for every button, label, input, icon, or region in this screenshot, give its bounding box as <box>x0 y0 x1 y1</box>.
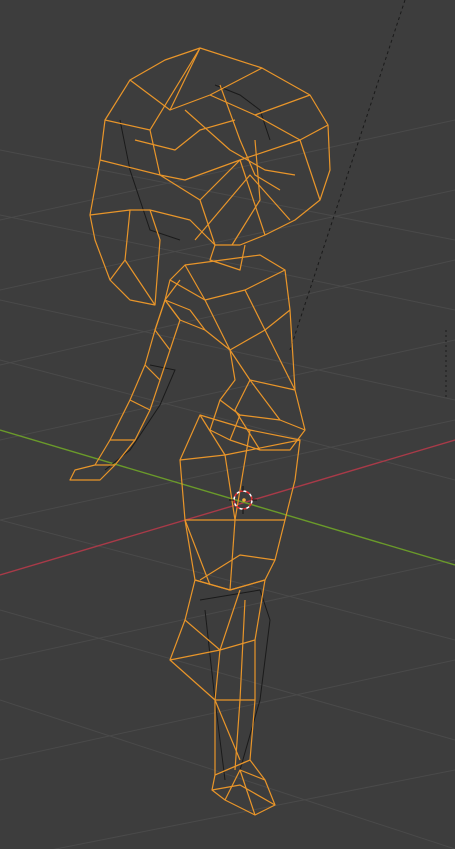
x-axis-line <box>0 439 455 576</box>
character-mesh[interactable] <box>69 47 331 816</box>
viewport-canvas[interactable] <box>0 0 455 849</box>
3d-viewport[interactable] <box>0 0 455 849</box>
floor-grid <box>0 119 455 849</box>
y-axis-line <box>0 429 455 566</box>
camera-guide-line <box>289 0 406 351</box>
object-origin-icon <box>242 498 246 502</box>
